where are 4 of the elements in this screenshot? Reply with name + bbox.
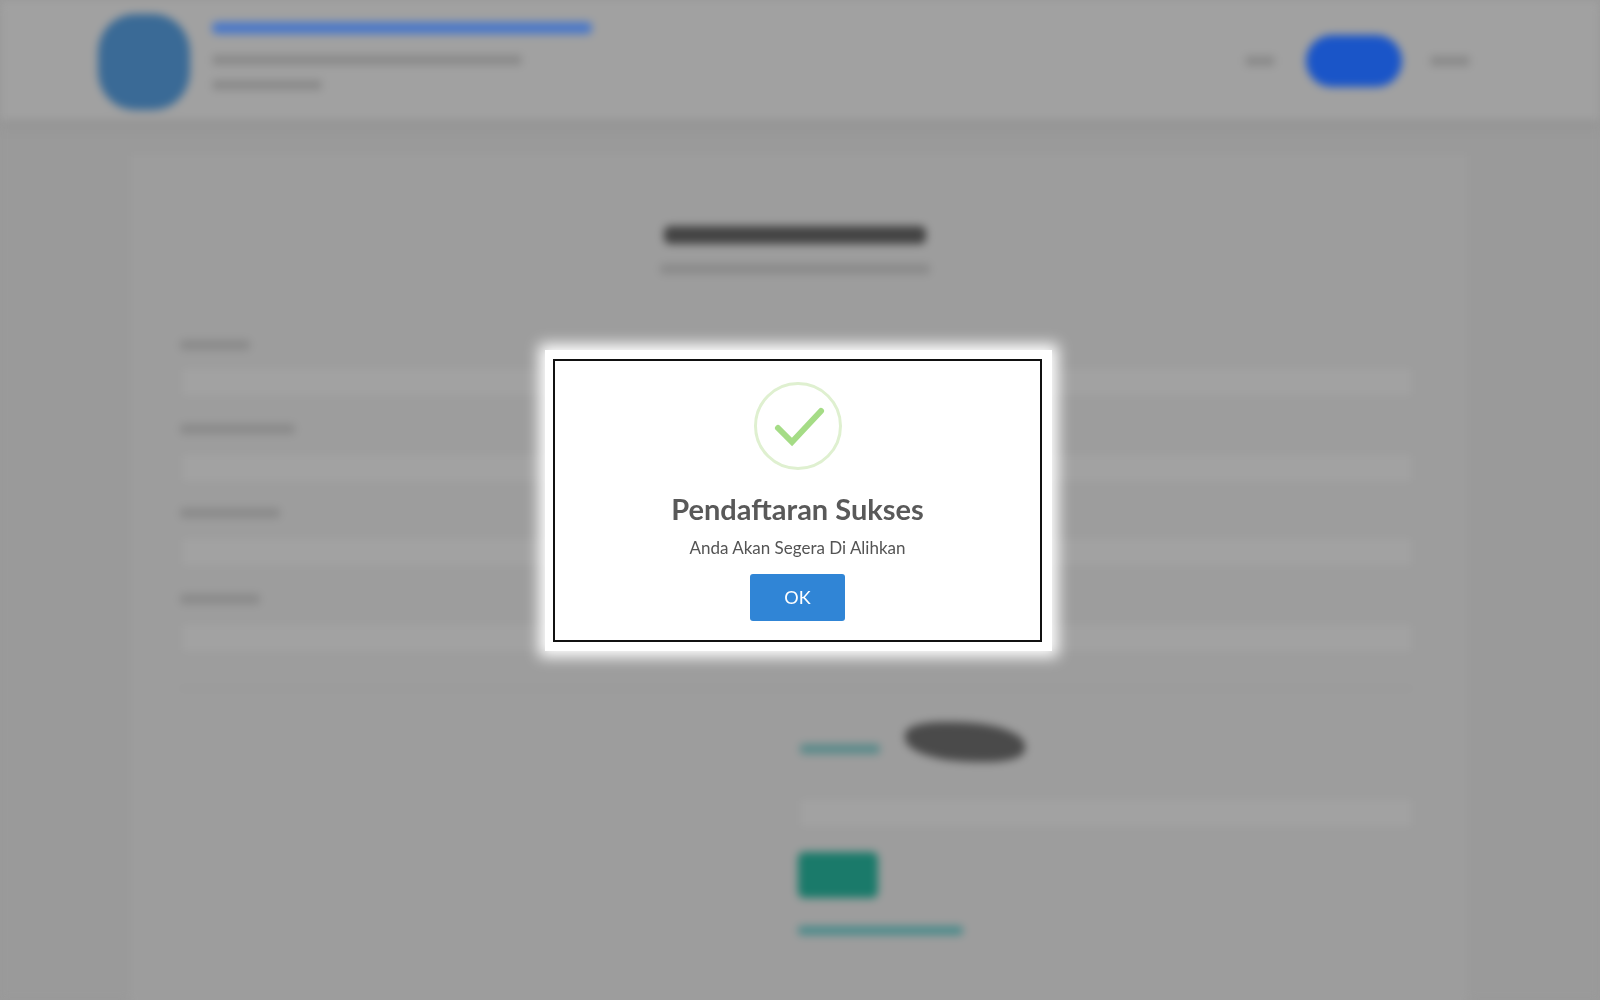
dialog-title: Pendaftaran Sukses: [671, 493, 924, 525]
ok-button[interactable]: OK: [750, 573, 845, 621]
dialog-message: Anda Akan Segera Di Alihkan: [689, 536, 906, 558]
success-check-icon: [752, 381, 843, 471]
